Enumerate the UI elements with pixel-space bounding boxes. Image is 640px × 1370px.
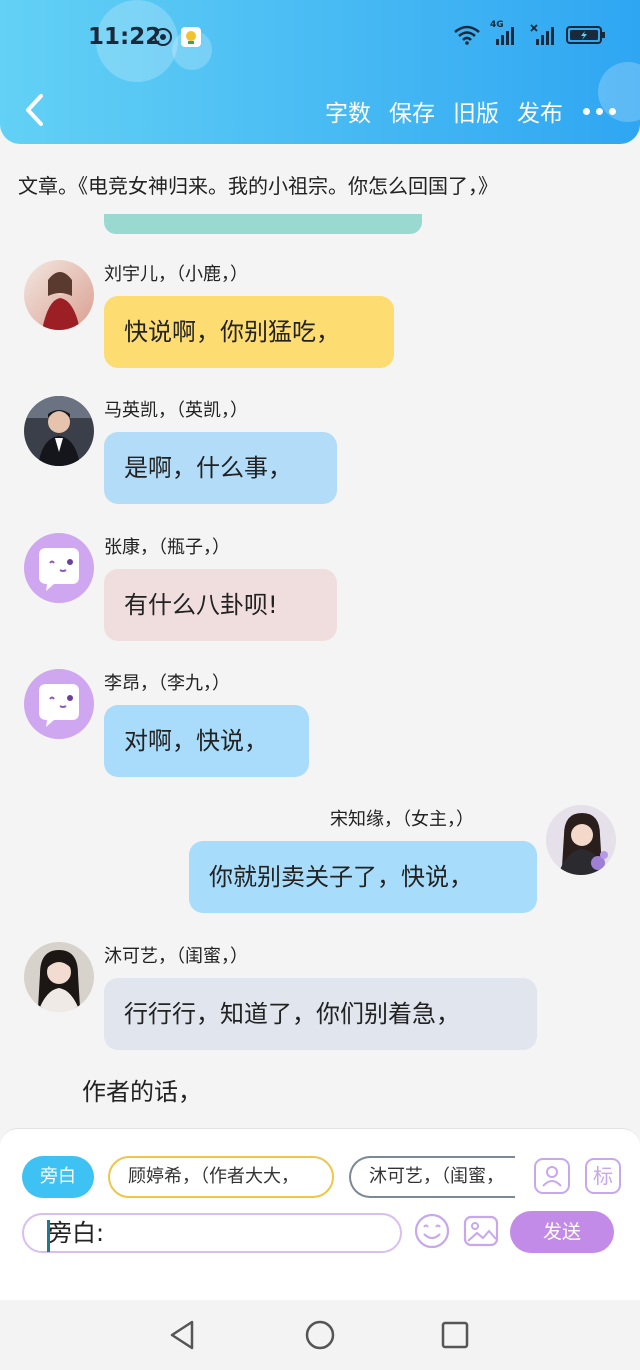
speaker-name: 李昂，（李九，） [104, 673, 230, 694]
speaker-name: 张康，（瓶子，） [104, 537, 230, 558]
nav-home-icon[interactable] [303, 1318, 337, 1352]
emoji-icon[interactable] [414, 1213, 450, 1249]
message-bubble[interactable]: 你就别卖关子了，快说， [189, 841, 537, 913]
save-button[interactable]: 保存 [389, 94, 435, 128]
wifi-icon [454, 25, 480, 45]
character-chip[interactable]: 沐可艺，（闺蜜， [349, 1156, 515, 1198]
app-notification-icon [181, 27, 201, 47]
old-version-button[interactable]: 旧版 [453, 94, 499, 128]
message-bubble[interactable]: 对啊，快说， [104, 705, 309, 777]
message-bubble[interactable]: 行行行，知道了，你们别着急， [104, 978, 537, 1050]
speaker-name: 刘宇儿，（小鹿，） [104, 264, 248, 285]
speaker-name: 沐可艺，（闺蜜，） [104, 946, 248, 967]
default-avatar-icon [39, 684, 79, 727]
previous-message-bubble [104, 214, 422, 234]
message-bubble[interactable]: 有什么八卦呗! [104, 569, 337, 641]
system-nav-bar [0, 1300, 640, 1370]
signal-icon: 4G [490, 20, 520, 46]
nav-back-icon[interactable] [166, 1318, 200, 1352]
send-button[interactable]: 发送 [510, 1211, 614, 1253]
avatar[interactable] [546, 805, 616, 875]
article-title: 文章。《电竞女神归来。我的小祖宗。你怎么回国了，》 [18, 174, 498, 198]
profile-card-icon[interactable] [534, 1158, 570, 1194]
avatar[interactable] [24, 260, 94, 330]
text-caret [47, 1220, 50, 1252]
app-header: 11:22 4G 字数 保存 旧版 发布 [0, 0, 640, 144]
location-icon [154, 28, 172, 46]
tag-button[interactable]: 标 [585, 1158, 621, 1194]
image-icon[interactable] [463, 1213, 499, 1249]
editor-toolbar: 字数 保存 旧版 发布 [307, 94, 616, 128]
network-type: 4G [490, 20, 504, 30]
avatar[interactable] [24, 669, 94, 739]
avatar[interactable] [24, 533, 94, 603]
publish-button[interactable]: 发布 [517, 94, 563, 128]
author-note: 作者的话， [82, 1078, 202, 1106]
status-time: 11:22 [88, 24, 162, 50]
speaker-name: 宋知缘，（女主，） [330, 809, 474, 830]
nav-recents-icon[interactable] [438, 1318, 472, 1352]
avatar[interactable] [24, 942, 94, 1012]
message-input[interactable]: 旁白: [22, 1213, 402, 1253]
status-icons: 4G [454, 20, 606, 46]
back-icon[interactable] [18, 90, 54, 130]
more-icon[interactable] [583, 96, 616, 126]
message-bubble[interactable]: 快说啊，你别猛吃， [104, 296, 394, 368]
narration-role-chip[interactable]: 旁白 [22, 1156, 94, 1198]
avatar[interactable] [24, 396, 94, 466]
message-bubble[interactable]: 是啊，什么事， [104, 432, 337, 504]
signal-icon [530, 24, 554, 45]
character-chip[interactable]: 顾婷希，（作者大大， [108, 1156, 334, 1198]
battery-icon [566, 26, 605, 44]
status-bar: 11:22 4G [0, 0, 640, 76]
default-avatar-icon [39, 548, 79, 591]
word-count-button[interactable]: 字数 [325, 94, 371, 128]
speaker-name: 马英凯，（英凯，） [104, 400, 248, 421]
